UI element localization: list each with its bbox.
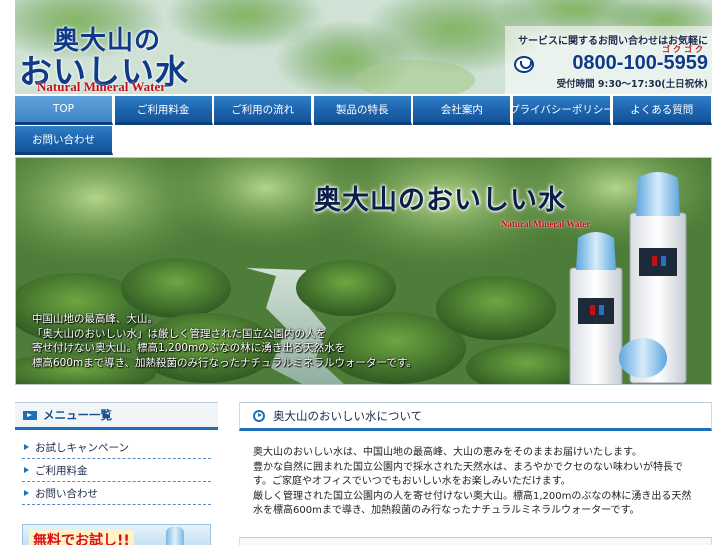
sidebar-item-campaign[interactable]: お試しキャンペーン [22,436,211,459]
content-paragraph: 豊かな自然に囲まれた国立公園内で採水された天然水は、まろやかでクセのない味わいが… [253,461,683,488]
nav-item-label: 会社案内 [440,103,483,116]
sidebar-item-label: お試しキャンペーン [35,441,129,454]
nav-item-flow[interactable]: ご利用の流れ [214,96,313,125]
nav-item-top[interactable]: TOP [15,96,113,125]
next-section-heading [239,537,712,545]
main-banner: 奥大山のおいしい水 Natural Mineral Water 中国山地の最高峰… [15,157,712,385]
nav-item-pricing[interactable]: ご利用料金 [114,96,213,125]
contact-box: サービスに関するお問い合わせはお気軽に ゴクゴク 0800-100-5959 受… [508,32,708,90]
sidebar-item-contact[interactable]: お問い合わせ [22,482,211,505]
banner-text-line: 寄せ付けない奥大山。標高1,200mのぶなの林に湧き出る天然水を [32,342,346,354]
banner-text-line: 標高600mまで導き、加熱殺菌のみ行なったナチュラルミネラルウォーターです。 [32,356,417,369]
nav-item-privacy[interactable]: プライバシーポリシー [509,96,614,125]
nav-item-features[interactable]: 製品の特長 [313,96,412,125]
sidebar-heading-label: メニュー一覧 [43,408,112,422]
banner-subtitle: Natural Mineral Water [501,219,591,229]
triangle-right-icon [24,490,29,496]
banner-description: 中国山地の最高峰、大山。 「奥大山のおいしい水」は厳しく管理された国立公園内の人… [32,312,502,370]
site-header: 奥大山の おいしい水 Natural Mineral Water サービスに関す… [15,0,712,94]
sidebar-item-label: ご利用料金 [35,464,88,477]
nav-item-company[interactable]: 会社案内 [413,96,512,125]
content-body: 奥大山のおいしい水は、中国山地の最高峰、大山の恵みをそのままお届けいたします。 … [253,446,701,519]
banner-text-line: 「奥大山のおいしい水」は厳しく管理された国立公園内の人を [32,327,326,340]
nav-item-label: 製品の特長 [336,103,389,116]
sidebar-menu: お試しキャンペーン ご利用料金 お問い合わせ [22,436,211,505]
nav-item-label: ご利用料金 [136,103,190,116]
content-heading: 奥大山のおいしい水について [239,402,712,431]
banner-text-line: 中国山地の最高峰、大山。 [32,313,158,325]
phone-number[interactable]: 0800-100-5959 [572,52,708,75]
circle-arrow-icon [253,409,265,422]
nav-item-label: TOP [52,103,74,115]
sidebar-heading: メニュー一覧 [15,402,218,430]
content-paragraph: 奥大山のおいしい水は、中国山地の最高峰、大山の恵みをそのままお届けいたします。 [253,447,642,458]
triangle-right-icon [24,444,29,450]
sidebar-item-pricing[interactable]: ご利用料金 [22,459,211,482]
triangle-right-icon [24,467,29,473]
page: 奥大山の おいしい水 Natural Mineral Water サービスに関す… [0,0,727,545]
free-trial-label: 無料でお試し!! [29,530,134,545]
free-trial-banner[interactable]: 無料でお試し!! [22,524,211,545]
nav-item-contact[interactable]: お問い合わせ [15,126,113,155]
site-logo[interactable]: 奥大山の おいしい水 Natural Mineral Water [15,14,215,94]
menu-arrow-icon [23,410,37,420]
nav-item-faq[interactable]: よくある質問 [612,96,712,125]
global-nav: TOP ご利用料金 ご利用の流れ 製品の特長 会社案内 プライバシーポリシー よ… [15,96,712,156]
sidebar-item-label: お問い合わせ [35,487,98,500]
content-heading-label: 奥大山のおいしい水について [273,408,423,423]
nav-item-label: ご利用の流れ [231,103,295,116]
water-bottle-icon [166,527,184,545]
nav-item-label: よくある質問 [630,103,694,116]
free-dial-icon [514,56,534,73]
nav-item-label: プライバシーポリシー [509,103,614,116]
nav-item-label: お問い合わせ [32,133,95,146]
content-paragraph: 厳しく管理された国立公園内の人を寄せ付けない奥大山。標高1,200mのぶなの林に… [253,490,692,517]
logo-subtitle: Natural Mineral Water [37,79,167,94]
business-hours: 受付時間 9:30～17:30(土日祝休) [556,79,708,90]
banner-title: 奥大山のおいしい水 [314,185,566,216]
